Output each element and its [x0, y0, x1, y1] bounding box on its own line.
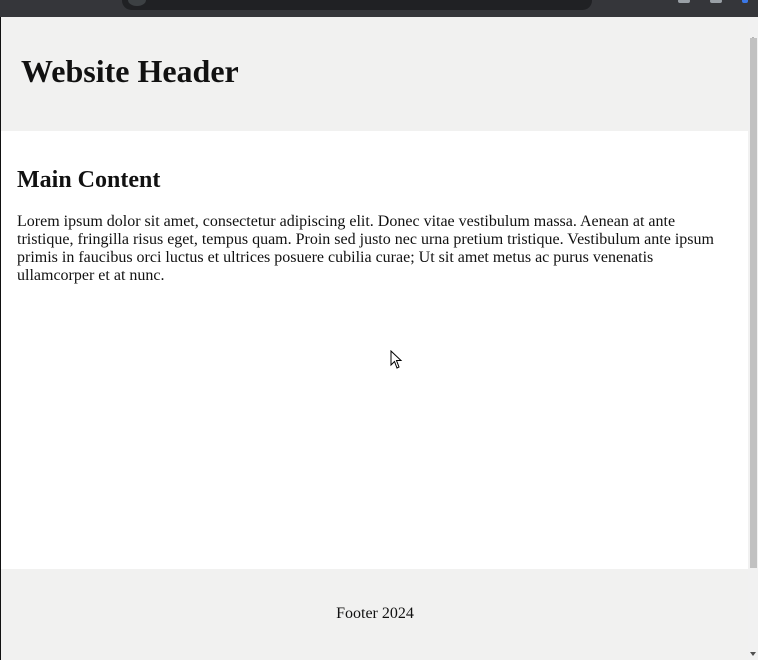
scrollbar-thumb[interactable] — [750, 38, 757, 568]
scroll-down-arrow-icon[interactable] — [750, 652, 756, 656]
main-content: Main Content Lorem ipsum dolor sit amet,… — [17, 167, 727, 285]
footer-text: Footer 2024 — [336, 605, 414, 622]
browser-toolbar — [0, 0, 758, 17]
header-title: Website Header — [21, 53, 239, 89]
vertical-scrollbar[interactable] — [748, 17, 758, 660]
address-bar[interactable] — [122, 0, 592, 10]
site-footer: Footer 2024 — [1, 569, 749, 660]
extension-icon[interactable] — [742, 0, 748, 3]
toolbar-icons — [678, 0, 748, 3]
page-viewport: Website Header Main Content Lorem ipsum … — [0, 17, 758, 660]
toolbar-icon[interactable] — [710, 0, 722, 3]
main-paragraph: Lorem ipsum dolor sit amet, consectetur … — [17, 213, 714, 284]
site-header: Website Header — [1, 17, 749, 131]
toolbar-icon[interactable] — [678, 0, 690, 3]
main-heading: Main Content — [17, 167, 161, 193]
mouse-cursor-icon — [390, 350, 403, 369]
